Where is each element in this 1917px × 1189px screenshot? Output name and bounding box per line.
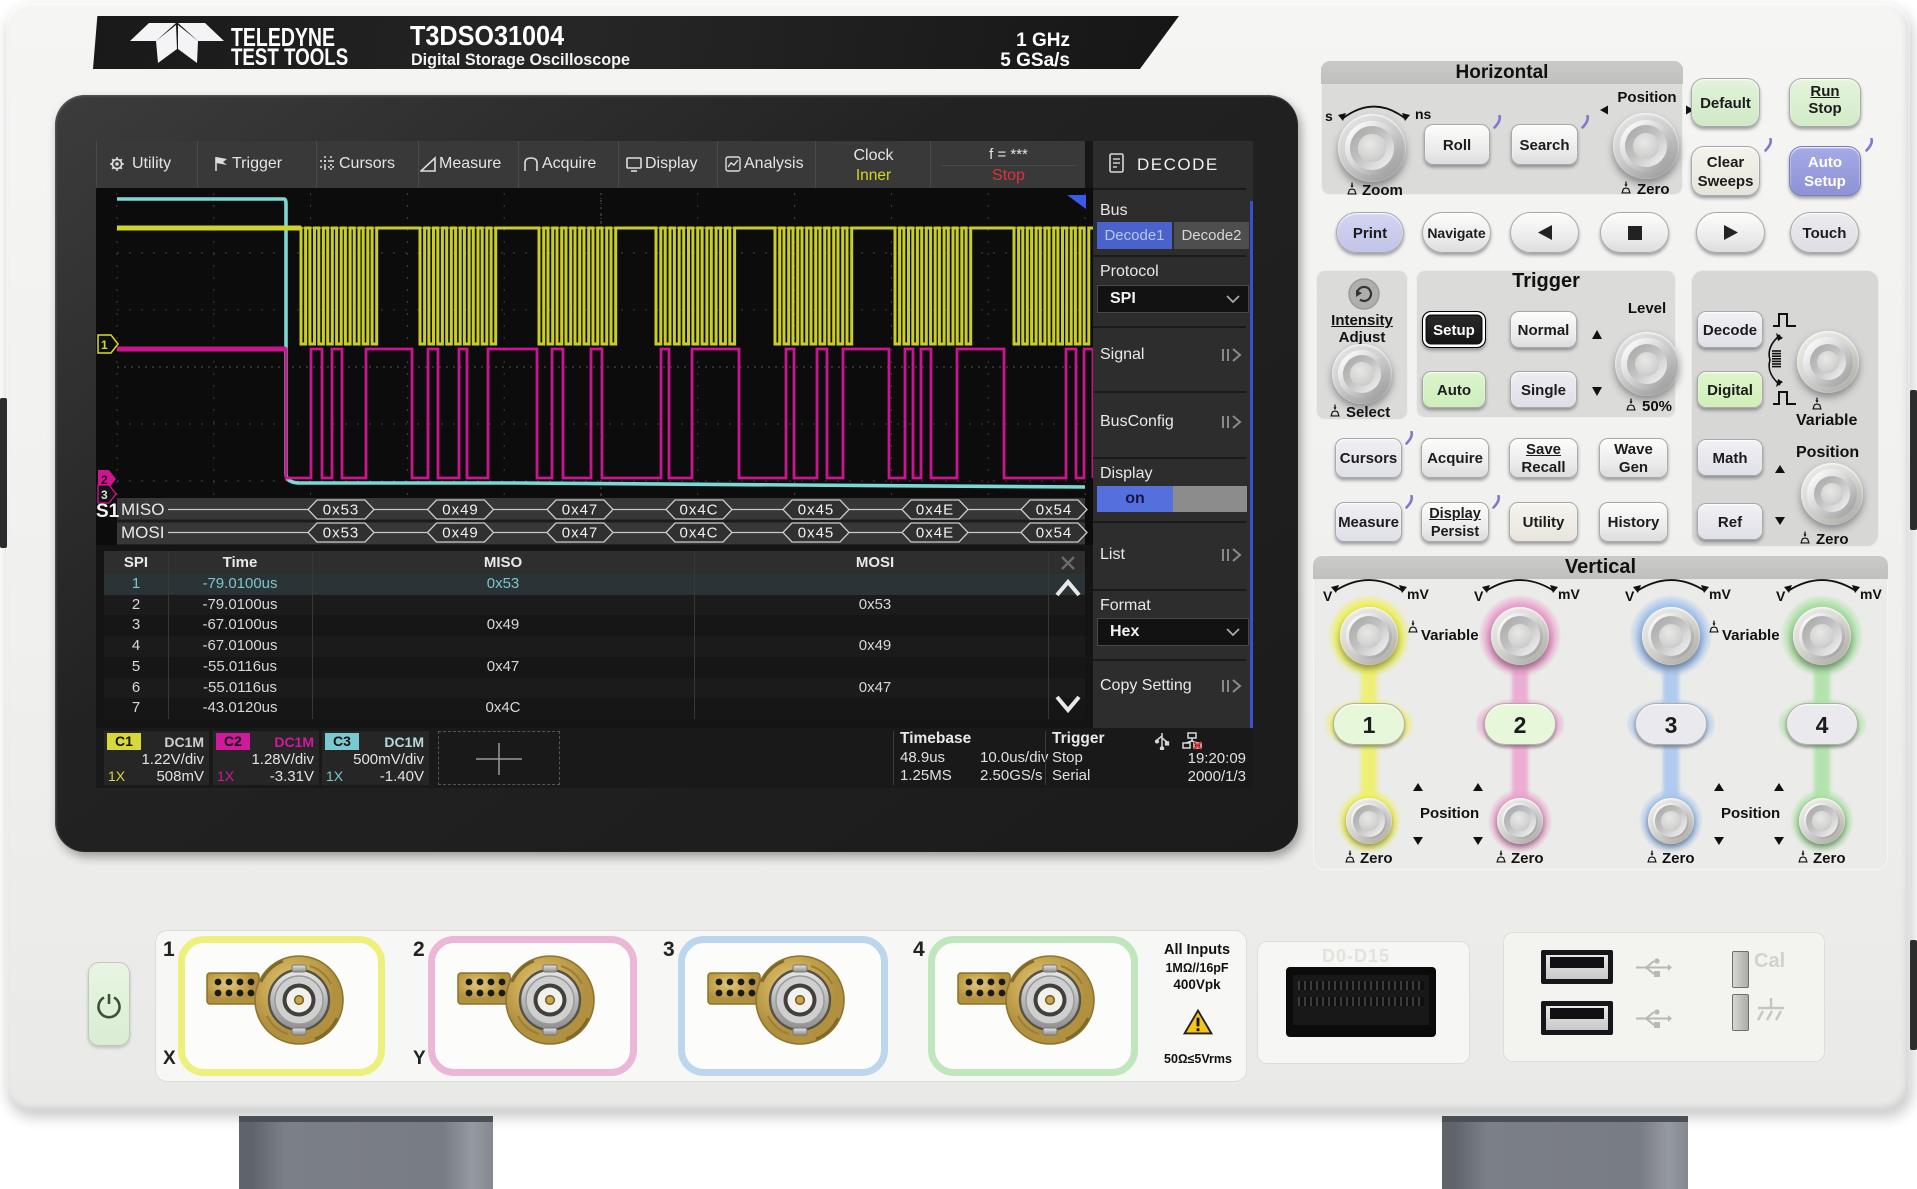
svg-text:1: 1 xyxy=(101,338,108,352)
svg-text:0x53: 0x53 xyxy=(323,525,360,542)
svg-text:0x49: 0x49 xyxy=(442,525,479,542)
svg-text:0x54: 0x54 xyxy=(1036,502,1073,519)
svg-text:0x4E: 0x4E xyxy=(916,502,954,519)
svg-text:S1: S1 xyxy=(96,501,120,522)
svg-text:0x47: 0x47 xyxy=(562,525,599,542)
svg-text:0x54: 0x54 xyxy=(1036,525,1073,542)
svg-text:0x4E: 0x4E xyxy=(916,525,954,542)
svg-text:0x47: 0x47 xyxy=(562,502,599,519)
svg-text:0x45: 0x45 xyxy=(798,525,835,542)
svg-text:0x49: 0x49 xyxy=(442,502,479,519)
svg-text:0x53: 0x53 xyxy=(323,502,360,519)
svg-text:3: 3 xyxy=(101,488,108,502)
svg-text:MOSI: MOSI xyxy=(121,523,164,542)
svg-text:MISO: MISO xyxy=(121,500,164,519)
svg-text:0x4C: 0x4C xyxy=(679,525,718,542)
svg-text:0x45: 0x45 xyxy=(798,502,835,519)
svg-text:0x4C: 0x4C xyxy=(679,502,718,519)
